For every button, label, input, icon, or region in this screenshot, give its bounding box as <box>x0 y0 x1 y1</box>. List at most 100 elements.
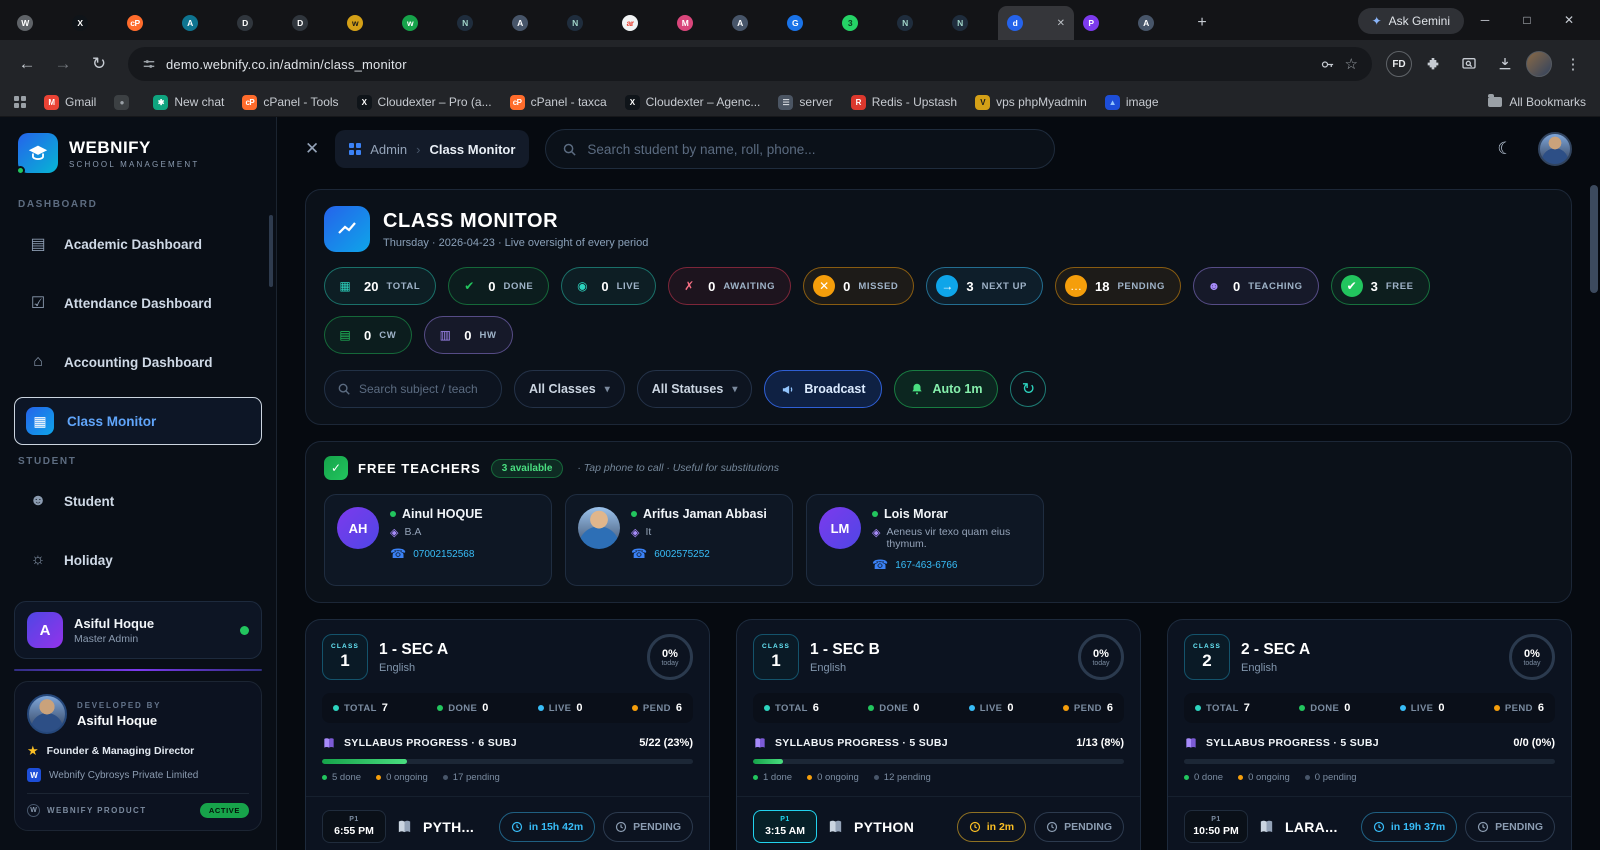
stat-chip[interactable]: ✔ 3 FREE <box>1331 267 1430 305</box>
refresh-button[interactable]: ↻ <box>1010 371 1046 407</box>
stat-chip[interactable]: ✔ 0 DONE <box>448 267 549 305</box>
browser-tab[interactable]: A ✕ <box>503 6 558 40</box>
stat-chip[interactable]: ✗ 0 AWAITING <box>668 267 791 305</box>
current-user-card[interactable]: A Asiful Hoque Master Admin <box>14 601 262 659</box>
stat-chip[interactable]: → 3 NEXT UP <box>926 267 1043 305</box>
app-logo[interactable]: WEBNIFY SCHOOL MANAGEMENT <box>0 117 276 185</box>
close-window-button[interactable]: ✕ <box>1548 6 1590 34</box>
period-row[interactable]: P1 10:50 PM LARA... in <box>1184 797 1555 843</box>
browser-tab[interactable]: M ✕ <box>668 6 723 40</box>
page-scrollbar-thumb[interactable] <box>1590 185 1598 293</box>
profile-initials-badge[interactable]: FD <box>1386 51 1412 77</box>
stat-chip[interactable]: ✕ 0 MISSED <box>803 267 914 305</box>
apps-grid-icon[interactable] <box>14 96 26 108</box>
class-card[interactable]: CLASS 1 1 - SEC A English 0% today <box>305 619 710 850</box>
ask-gemini-button[interactable]: ✦ Ask Gemini <box>1358 8 1464 34</box>
tab-close-icon[interactable]: ✕ <box>1057 18 1065 29</box>
broadcast-button[interactable]: Broadcast <box>764 370 882 408</box>
browser-tab[interactable]: P ✕ <box>1074 6 1129 40</box>
dark-mode-moon-icon[interactable]: ☾ <box>1488 132 1522 166</box>
bookmark-item[interactable]: ▲ image <box>1105 95 1159 110</box>
browser-tab[interactable]: G ✕ <box>778 6 833 40</box>
bookmark-item[interactable]: ● <box>114 95 135 110</box>
sidebar-item[interactable]: ☑ Attendance Dashboard <box>14 279 262 327</box>
status-filter-select[interactable]: All Statuses ▾ <box>637 370 753 408</box>
free-teacher-card[interactable]: AJ Arifus Jaman Abbasi ◈ It <box>565 494 793 586</box>
browser-tab[interactable]: D ✕ <box>228 6 283 40</box>
address-bar[interactable]: demo.webnify.co.in/admin/class_monitor ☆ <box>128 47 1372 81</box>
browser-tab[interactable]: W ✕ <box>8 6 63 40</box>
browser-tab[interactable]: A ✕ <box>173 6 228 40</box>
close-icon[interactable]: ✕ <box>305 139 319 159</box>
minimize-button[interactable]: ─ <box>1464 6 1506 34</box>
browser-tab[interactable]: D ✕ <box>283 6 338 40</box>
new-tab-button[interactable]: + <box>1188 9 1216 37</box>
student-search-input[interactable] <box>587 142 1038 157</box>
teacher-phone[interactable]: ☎ 167-463-6766 <box>872 557 1031 573</box>
browser-tab[interactable]: ar ✕ <box>613 6 668 40</box>
sidebar-scrollbar-thumb[interactable] <box>269 215 273 287</box>
sidebar-item[interactable]: ⌂ Accounting Dashboard <box>14 338 262 386</box>
student-search[interactable] <box>545 129 1055 169</box>
bookmark-item[interactable]: X Cloudexter – Agenc... <box>625 95 761 110</box>
bookmark-item[interactable]: M Gmail <box>44 95 96 110</box>
stat-chip[interactable]: ☻ 0 TEACHING <box>1193 267 1319 305</box>
download-icon[interactable] <box>1490 49 1520 79</box>
maximize-button[interactable]: □ <box>1506 6 1548 34</box>
bookmark-item[interactable]: R Redis - Upstash <box>851 95 957 110</box>
subject-search[interactable] <box>324 370 502 408</box>
site-info-icon[interactable] <box>142 57 156 71</box>
browser-tab[interactable]: 3 ✕ <box>833 6 888 40</box>
teacher-phone[interactable]: ☎ 6002575252 <box>631 546 767 562</box>
stat-chip[interactable]: ▦ 20 TOTAL <box>324 267 436 305</box>
free-teacher-card[interactable]: LM Lois Morar ◈ Aeneus vir texo quam eiu… <box>806 494 1044 586</box>
bookmark-item[interactable]: cP cPanel - Tools <box>242 95 338 110</box>
header-profile-avatar[interactable] <box>1538 132 1572 166</box>
all-bookmarks-button[interactable]: All Bookmarks <box>1488 95 1586 109</box>
class-card[interactable]: CLASS 2 2 - SEC A English 0% today <box>1167 619 1572 850</box>
forward-button[interactable]: → <box>48 49 78 79</box>
browser-menu-kebab-icon[interactable]: ⋮ <box>1558 49 1588 79</box>
bookmark-item[interactable]: ☰ server <box>778 95 832 110</box>
free-teacher-card[interactable]: AH Ainul HOQUE ◈ B.A <box>324 494 552 586</box>
reload-button[interactable]: ↻ <box>84 49 114 79</box>
teacher-phone[interactable]: ☎ 07002152568 <box>390 546 483 562</box>
breadcrumb-root[interactable]: Admin <box>370 142 407 157</box>
sidebar-item[interactable]: ▦ Class Monitor <box>14 397 262 445</box>
sidebar-item[interactable]: ☼ Holiday <box>14 536 262 584</box>
browser-tab[interactable]: w ✕ <box>393 6 448 40</box>
browser-tab[interactable]: N ✕ <box>558 6 613 40</box>
browser-tab[interactable]: X ✕ <box>63 6 118 40</box>
stat-chip[interactable]: … 18 PENDING <box>1055 267 1181 305</box>
password-key-icon[interactable] <box>1320 57 1335 72</box>
period-row[interactable]: P1 3:15 AM PYTHON in 2 <box>753 797 1124 843</box>
extensions-puzzle-icon[interactable] <box>1418 49 1448 79</box>
sidebar-item[interactable]: ▤ Academic Dashboard <box>14 220 262 268</box>
bookmark-star-icon[interactable]: ☆ <box>1345 55 1358 73</box>
browser-tab[interactable]: A ✕ <box>723 6 778 40</box>
bookmark-item[interactable]: X Cloudexter – Pro (a... <box>357 95 492 110</box>
browser-tab[interactable]: N ✕ <box>448 6 503 40</box>
bookmark-item[interactable]: cP cPanel - taxca <box>510 95 607 110</box>
class-filter-select[interactable]: All Classes ▾ <box>514 370 625 408</box>
browser-tab[interactable]: d ✕ <box>998 6 1074 40</box>
class-card[interactable]: CLASS 1 1 - SEC B English 0% today <box>736 619 1141 850</box>
browser-profile-avatar[interactable] <box>1526 51 1552 77</box>
stat-chip[interactable]: ▤ 0 CW <box>324 316 412 354</box>
browser-tab[interactable]: cP ✕ <box>118 6 173 40</box>
period-row[interactable]: P1 6:55 PM PYTH... in <box>322 797 693 843</box>
sidebar-item[interactable]: ☻ Student <box>14 477 262 525</box>
browser-tab[interactable]: w ✕ <box>338 6 393 40</box>
bookmark-item[interactable]: ✱ New chat <box>153 95 224 110</box>
stat-chip[interactable]: ◉ 0 LIVE <box>561 267 656 305</box>
stat-chip[interactable]: ▥ 0 HW <box>424 316 512 354</box>
subject-search-input[interactable] <box>359 382 477 396</box>
browser-tab[interactable]: A ✕ <box>1129 6 1184 40</box>
search-tabs-icon[interactable] <box>1454 49 1484 79</box>
browser-tab[interactable]: N ✕ <box>888 6 943 40</box>
back-button[interactable]: ← <box>12 49 42 79</box>
bookmark-item[interactable]: V vps phpMyadmin <box>975 95 1087 110</box>
breadcrumb[interactable]: Admin › Class Monitor <box>335 130 529 168</box>
browser-tab[interactable]: N ✕ <box>943 6 998 40</box>
auto-refresh-button[interactable]: Auto 1m <box>894 370 998 408</box>
